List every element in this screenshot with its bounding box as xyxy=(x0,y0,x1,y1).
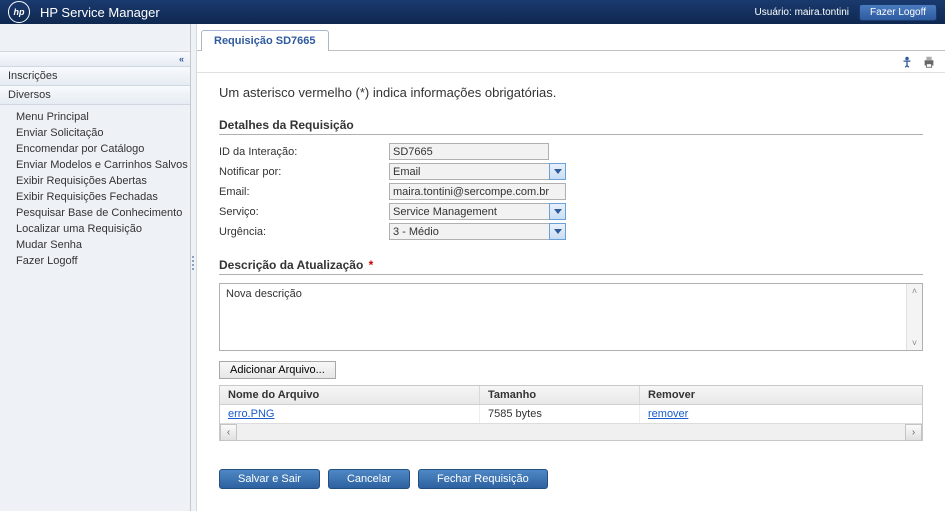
cancel-button[interactable]: Cancelar xyxy=(328,469,410,489)
sidebar-item-exibir-abertas[interactable]: Exibir Requisições Abertas xyxy=(16,173,190,189)
app-title: HP Service Manager xyxy=(40,5,755,20)
sidebar-item-enviar-solicitacao[interactable]: Enviar Solicitação xyxy=(16,125,190,141)
sidebar-item-enviar-modelos[interactable]: Enviar Modelos e Carrinhos Salvos xyxy=(16,157,190,173)
description-textarea[interactable]: Nova descrição xyxy=(220,284,906,350)
details-section-title: Detalhes da Requisição xyxy=(219,118,923,135)
save-exit-button[interactable]: Salvar e Sair xyxy=(219,469,320,489)
splitter[interactable] xyxy=(191,24,197,511)
sidebar-item-localizar-requisicao[interactable]: Localizar uma Requisição xyxy=(16,221,190,237)
notify-dropdown-button[interactable] xyxy=(549,163,566,180)
chevron-down-icon xyxy=(554,169,562,174)
chevron-down-icon xyxy=(554,209,562,214)
service-dropdown-button[interactable] xyxy=(549,203,566,220)
email-field[interactable] xyxy=(389,183,566,200)
scroll-down-icon: ˅ xyxy=(912,338,917,348)
tab-requisicao[interactable]: Requisição SD7665 xyxy=(201,30,329,51)
sidebar-item-menu-principal[interactable]: Menu Principal xyxy=(16,109,190,125)
tabs-row: Requisição SD7665 xyxy=(197,24,945,51)
hp-logo-icon: hp xyxy=(8,1,30,23)
chevron-down-icon xyxy=(554,229,562,234)
info-text: Um asterisco vermelho (*) indica informa… xyxy=(219,85,923,100)
table-row: erro.PNG 7585 bytes remover xyxy=(220,405,922,423)
horizontal-scrollbar[interactable]: ‹ › xyxy=(220,423,922,440)
notify-field[interactable] xyxy=(389,163,549,180)
remove-link[interactable]: remover xyxy=(648,408,688,420)
content-area: Requisição SD7665 Um asterisco vermelho … xyxy=(197,24,945,511)
sidebar-section-inscricoes[interactable]: Inscrições xyxy=(0,67,190,86)
service-field[interactable] xyxy=(389,203,549,220)
urgency-dropdown-button[interactable] xyxy=(549,223,566,240)
sidebar-section-diversos[interactable]: Diversos xyxy=(0,86,190,105)
sidebar-item-fazer-logoff[interactable]: Fazer Logoff xyxy=(16,253,190,269)
file-link[interactable]: erro.PNG xyxy=(228,408,274,420)
service-label: Serviço: xyxy=(219,206,389,218)
app-header: hp HP Service Manager Usuário: maira.ton… xyxy=(0,0,945,24)
sidebar: « Inscrições Diversos Menu Principal Env… xyxy=(0,24,191,511)
scroll-right-icon: › xyxy=(905,424,922,441)
scroll-up-icon: ˄ xyxy=(912,286,917,296)
close-request-button[interactable]: Fechar Requisição xyxy=(418,469,548,489)
col-header-name[interactable]: Nome do Arquivo xyxy=(220,386,480,404)
sidebar-menu: Menu Principal Enviar Solicitação Encome… xyxy=(0,105,190,273)
accessibility-icon[interactable] xyxy=(899,55,915,69)
sidebar-item-pesquisar-base[interactable]: Pesquisar Base de Conhecimento xyxy=(16,205,190,221)
urgency-label: Urgência: xyxy=(219,226,389,238)
sidebar-item-exibir-fechadas[interactable]: Exibir Requisições Fechadas xyxy=(16,189,190,205)
chevron-left-icon: « xyxy=(179,54,184,64)
urgency-field[interactable] xyxy=(389,223,549,240)
col-header-size[interactable]: Tamanho xyxy=(480,386,640,404)
print-icon[interactable] xyxy=(921,55,937,69)
id-label: ID da Interação: xyxy=(219,146,389,158)
sidebar-item-mudar-senha[interactable]: Mudar Senha xyxy=(16,237,190,253)
textarea-scrollbar[interactable]: ˄ ˅ xyxy=(906,284,922,350)
toolbar xyxy=(197,51,945,73)
sidebar-item-encomendar-catalogo[interactable]: Encomendar por Catálogo xyxy=(16,141,190,157)
email-label: Email: xyxy=(219,186,389,198)
add-file-button[interactable]: Adicionar Arquivo... xyxy=(219,361,336,379)
sidebar-collapse-bar[interactable]: « xyxy=(0,51,190,67)
col-header-remove[interactable]: Remover xyxy=(640,386,922,404)
notify-label: Notificar por: xyxy=(219,166,389,178)
description-section-title: Descrição da Atualização * xyxy=(219,258,923,275)
scroll-left-icon: ‹ xyxy=(220,424,237,441)
user-label: Usuário: maira.tontini xyxy=(755,7,850,18)
logoff-button[interactable]: Fazer Logoff xyxy=(859,4,937,21)
file-size: 7585 bytes xyxy=(480,405,640,423)
file-table: Nome do Arquivo Tamanho Remover erro.PNG… xyxy=(219,385,923,441)
id-field[interactable] xyxy=(389,143,549,160)
